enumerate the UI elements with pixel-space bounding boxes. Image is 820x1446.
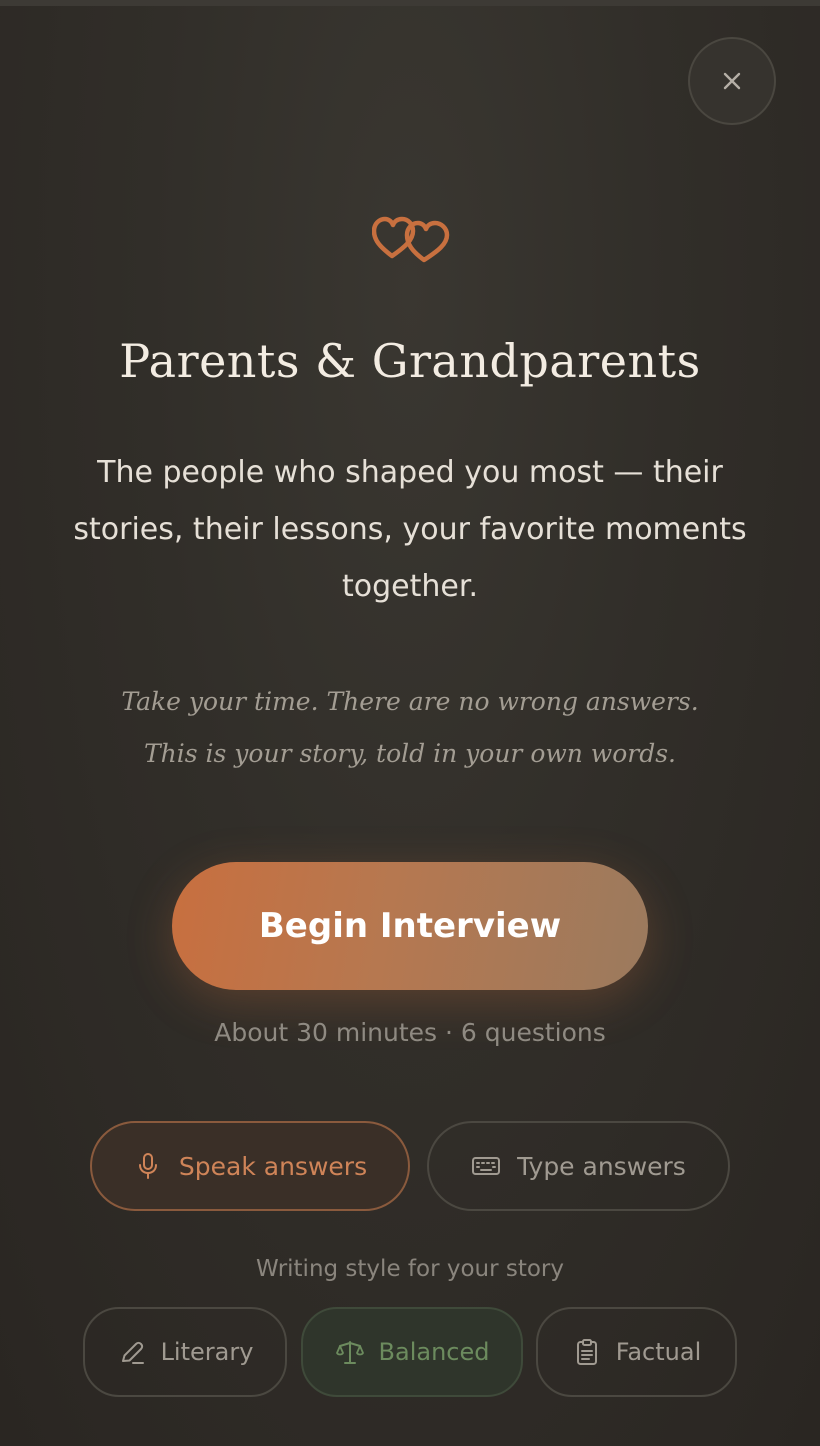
page-subtitle: The people who shaped you most — their s… <box>73 455 747 604</box>
close-button[interactable] <box>688 37 776 125</box>
style-factual-button[interactable]: Factual <box>536 1307 737 1397</box>
close-icon <box>723 72 741 90</box>
begin-interview-button[interactable]: Begin Interview <box>172 862 648 990</box>
balance-icon <box>335 1341 364 1364</box>
style-balanced-label: Balanced <box>378 1338 490 1366</box>
type-answers-button[interactable]: Type answers <box>427 1121 730 1211</box>
style-balanced-button[interactable]: Balanced <box>301 1307 523 1397</box>
keyboard-icon <box>472 1157 501 1175</box>
speak-answers-button[interactable]: Speak answers <box>90 1121 410 1211</box>
pen-icon <box>121 1341 144 1364</box>
clipboard-icon <box>576 1339 597 1365</box>
quote-line-1: Take your time. There are no wrong answe… <box>121 687 699 716</box>
interview-intro-screen: Parents & Grandparents The people who sh… <box>0 0 820 1446</box>
style-literary-button[interactable]: Literary <box>83 1307 287 1397</box>
quote-line-2: This is your story, told in your own wor… <box>143 739 676 768</box>
writing-style-label: Writing style for your story <box>255 1256 565 1282</box>
type-answers-label: Type answers <box>517 1151 686 1181</box>
encouragement-quote: Take your time. There are no wrong answe… <box>60 676 760 780</box>
style-factual-label: Factual <box>615 1338 702 1366</box>
page-title: Parents & Grandparents <box>119 334 701 388</box>
speak-answers-label: Speak answers <box>178 1151 368 1181</box>
interview-duration-info: About 30 minutes · 6 questions <box>214 1018 606 1047</box>
style-literary-label: Literary <box>160 1338 254 1366</box>
top-edge <box>0 0 820 6</box>
microphone-icon <box>138 1153 157 1179</box>
hearts-icon <box>372 216 450 263</box>
